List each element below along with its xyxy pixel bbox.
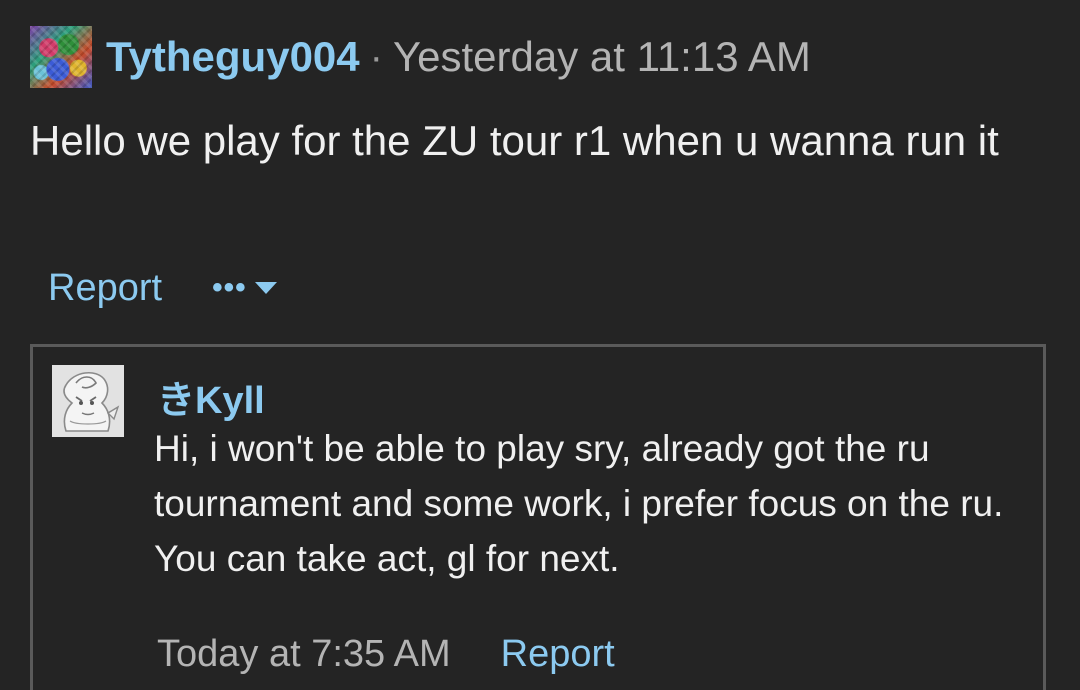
ellipsis-icon: •••: [212, 271, 247, 304]
avatar[interactable]: [30, 26, 92, 88]
sketch-avatar-icon: [52, 365, 124, 437]
post-actions: Report •••: [48, 262, 277, 314]
post-timestamp[interactable]: Yesterday at 11:13 AM: [393, 33, 811, 81]
reply-footer: Today at 7:35 AM Report: [157, 633, 615, 676]
post-author[interactable]: Tytheguy004: [106, 33, 360, 81]
report-link[interactable]: Report: [48, 267, 162, 310]
separator-dot: ·: [369, 34, 383, 79]
reply-block: きKyll Hi, i won't be able to play sry, a…: [30, 344, 1046, 690]
caret-down-icon: [254, 282, 277, 294]
post-message: Hello we play for the ZU tour r1 when u …: [30, 117, 999, 164]
reply-report-link[interactable]: Report: [501, 633, 615, 676]
reply-message: Hi, i won't be able to play sry, already…: [154, 428, 1004, 579]
more-options-button[interactable]: •••: [212, 271, 277, 304]
reply-avatar[interactable]: [52, 365, 124, 437]
reply-author[interactable]: きKyll: [157, 369, 265, 424]
post-header: Tytheguy004 · Yesterday at 11:13 AM: [30, 26, 811, 88]
reply-timestamp[interactable]: Today at 7:35 AM: [157, 633, 451, 676]
conversation-page: Tytheguy004 · Yesterday at 11:13 AM Hell…: [0, 0, 1080, 690]
